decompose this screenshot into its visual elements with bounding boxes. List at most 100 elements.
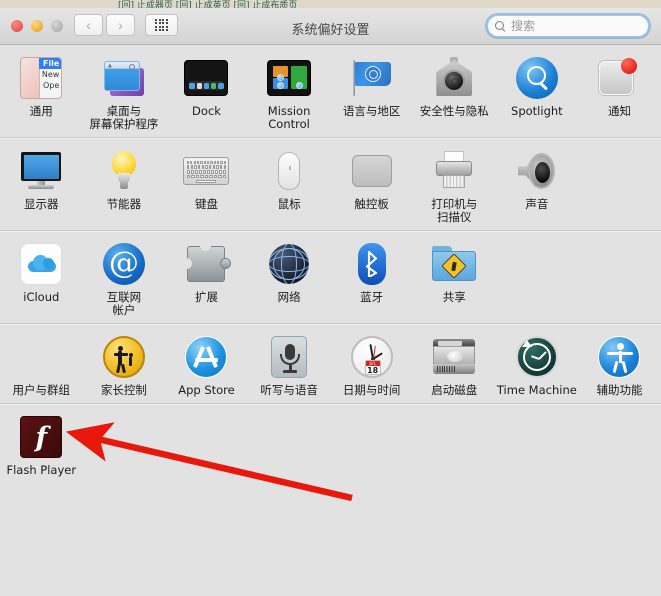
pref-pane-app-store[interactable]: App Store [165, 333, 248, 397]
pref-pane-accessibility[interactable]: 辅助功能 [578, 333, 661, 397]
dictation-speech-icon [265, 333, 313, 381]
date-time-icon: JUL 18 [348, 333, 396, 381]
pref-pane-sharing[interactable]: 共享 [413, 240, 496, 317]
users-groups-icon [17, 333, 65, 381]
pref-pane-notifications[interactable]: 通知 [578, 54, 661, 131]
pref-pane-dictation-speech[interactable]: 听写与语音 [248, 333, 331, 397]
general-icon-text-file: File [43, 58, 59, 69]
pane-label: MissionControl [268, 105, 311, 131]
pane-label: Time Machine [497, 384, 577, 397]
pref-pane-displays[interactable]: 显示器 [0, 147, 83, 224]
pref-pane-printers-scanners[interactable]: 打印机与扫描仪 [413, 147, 496, 224]
pref-pane-startup-disk[interactable]: 启动磁盘 [413, 333, 496, 397]
pane-label: 安全性与隐私 [420, 105, 489, 118]
notifications-icon [595, 54, 643, 102]
pane-label: 触控板 [354, 198, 389, 211]
flash-glyph: f [20, 416, 62, 458]
pref-pane-flash-player[interactable]: f Flash Player [0, 413, 83, 477]
pref-pane-users-groups[interactable]: 用户与群组 [0, 333, 83, 397]
pref-pane-language-region[interactable]: 语言与地区 [330, 54, 413, 131]
pane-label: 打印机与扫描仪 [431, 198, 477, 224]
pane-label: 扩展 [195, 291, 218, 304]
pane-label: 语言与地区 [343, 105, 401, 118]
search-field[interactable] [487, 15, 649, 37]
pref-pane-sound[interactable]: 声音 [496, 147, 579, 224]
language-region-icon [348, 54, 396, 102]
startup-disk-icon [430, 333, 478, 381]
pane-label: 用户与群组 [13, 384, 71, 397]
pref-pane-icloud[interactable]: iCloud [0, 240, 83, 317]
pane-label: 鼠标 [278, 198, 301, 211]
pref-pane-network[interactable]: 网络 [248, 240, 331, 317]
displays-icon [17, 147, 65, 195]
pane-label: Dock [192, 105, 221, 118]
internet-accounts-icon: @ [100, 240, 148, 288]
pane-label: 家长控制 [101, 384, 147, 397]
pane-row-1: File New Ope 通用 桌面与屏幕保护程序 Dock [0, 45, 661, 138]
pane-label: 启动磁盘 [431, 384, 477, 397]
pref-pane-general[interactable]: File New Ope 通用 [0, 54, 83, 131]
window-titlebar: ‹ › 系统偏好设置 [0, 8, 661, 45]
search-icon [495, 21, 506, 32]
pref-pane-dock[interactable]: Dock [165, 54, 248, 131]
pref-pane-security-privacy[interactable]: 安全性与隐私 [413, 54, 496, 131]
pref-pane-mission-control[interactable]: MissionControl [248, 54, 331, 131]
pane-empty-slot [578, 240, 661, 317]
pref-pane-time-machine[interactable]: Time Machine [496, 333, 579, 397]
dock-icon [182, 54, 230, 102]
desktop-screensaver-icon [100, 54, 148, 102]
pref-pane-extensions[interactable]: 扩展 [165, 240, 248, 317]
at-glyph: @ [103, 243, 145, 285]
pref-pane-keyboard[interactable]: 键盘 [165, 147, 248, 224]
pref-pane-internet-accounts[interactable]: @ 互联网帐户 [83, 240, 166, 317]
flash-player-icon: f [17, 413, 65, 461]
preference-panes-grid: File New Ope 通用 桌面与屏幕保护程序 Dock [0, 45, 661, 596]
printers-scanners-icon [430, 147, 478, 195]
pane-label: 共享 [443, 291, 466, 304]
pref-pane-parental-controls[interactable]: 家长控制 [83, 333, 166, 397]
system-preferences-window: [回] 止成器页 [回] 止成英页 [回] 止成布质页 ‹ › 系统偏好设置 [0, 0, 661, 596]
pane-label: 键盘 [195, 198, 218, 211]
pane-label: 通用 [30, 105, 53, 118]
pane-label: 听写与语音 [260, 384, 318, 397]
pane-row-5: f Flash Player [0, 404, 661, 483]
network-icon [265, 240, 313, 288]
calendar-day: 18 [366, 366, 380, 375]
bluetooth-icon [348, 240, 396, 288]
pane-label: 节能器 [107, 198, 142, 211]
search-input[interactable] [511, 19, 661, 33]
spotlight-icon [513, 54, 561, 102]
pane-label: 网络 [278, 291, 301, 304]
security-privacy-icon [430, 54, 478, 102]
pane-label: 声音 [525, 198, 548, 211]
pref-pane-mouse[interactable]: 鼠标 [248, 147, 331, 224]
pref-pane-energy-saver[interactable]: 节能器 [83, 147, 166, 224]
pref-pane-desktop-screensaver[interactable]: 桌面与屏幕保护程序 [83, 54, 166, 131]
pane-label: 蓝牙 [360, 291, 383, 304]
pref-pane-trackpad[interactable]: 触控板 [330, 147, 413, 224]
general-icon-text-new: New [42, 69, 59, 80]
trackpad-icon [348, 147, 396, 195]
pane-label: Flash Player [7, 464, 77, 477]
energy-saver-icon [100, 147, 148, 195]
pane-label: 桌面与屏幕保护程序 [89, 105, 158, 131]
icloud-icon [17, 240, 65, 288]
pref-pane-bluetooth[interactable]: 蓝牙 [330, 240, 413, 317]
mouse-icon [265, 147, 313, 195]
pref-pane-date-time[interactable]: JUL 18 日期与时间 [330, 333, 413, 397]
general-icon-text-open: Ope [43, 80, 59, 91]
mission-control-icon [265, 54, 313, 102]
pane-label: 互联网帐户 [107, 291, 142, 317]
pane-label: App Store [178, 384, 235, 397]
app-store-icon [182, 333, 230, 381]
pane-label: iCloud [23, 291, 59, 304]
extensions-icon [182, 240, 230, 288]
general-icon: File New Ope [17, 54, 65, 102]
pane-empty-slot [496, 240, 579, 317]
pref-pane-spotlight[interactable]: Spotlight [496, 54, 579, 131]
pane-label: 辅助功能 [596, 384, 642, 397]
pane-label: 显示器 [24, 198, 59, 211]
pane-label: 通知 [608, 105, 631, 118]
sharing-icon [430, 240, 478, 288]
pane-label: 日期与时间 [343, 384, 401, 397]
